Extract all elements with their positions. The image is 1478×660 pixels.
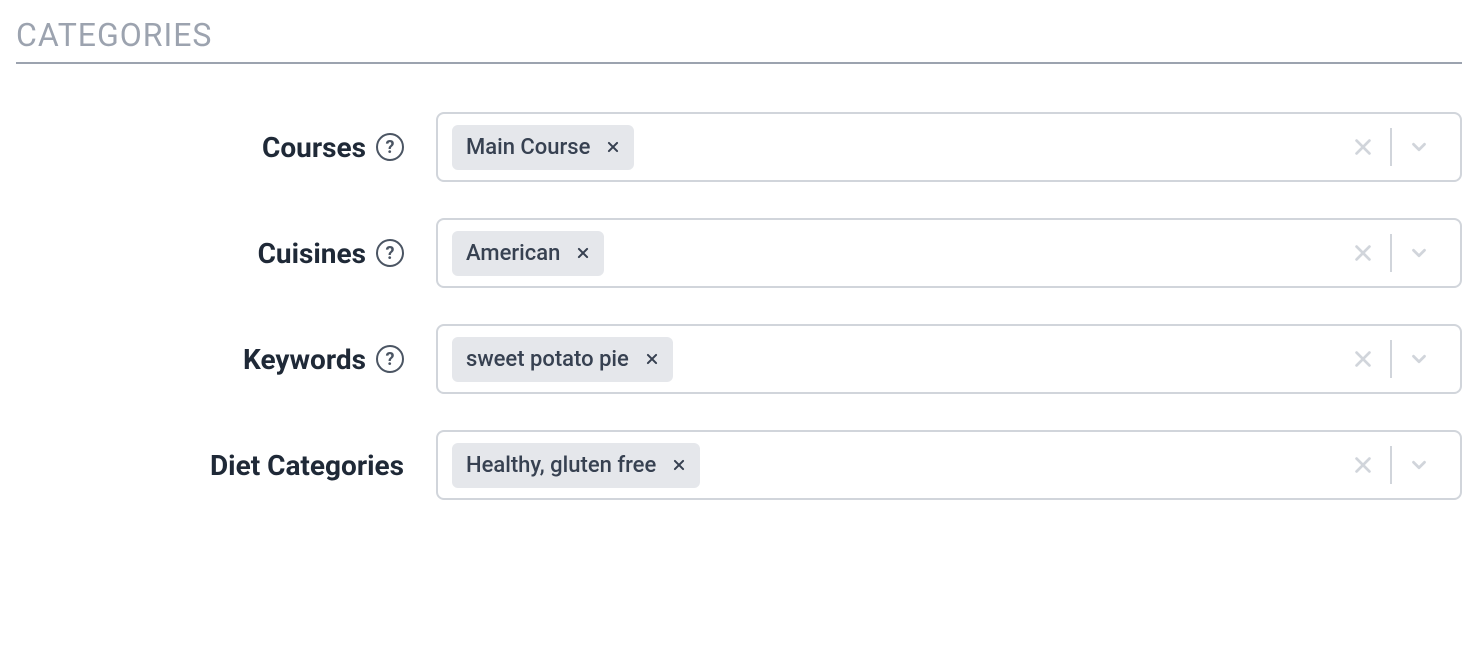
field-label-text: Keywords [243, 343, 366, 376]
tags-area[interactable]: American [452, 231, 1328, 276]
tag-label: sweet potato pie [466, 347, 629, 372]
multiselect-controls [1328, 446, 1446, 484]
chevron-down-icon[interactable] [1392, 128, 1446, 166]
tag-remove-icon[interactable] [645, 352, 659, 366]
field-label-text: Diet Categories [210, 449, 404, 482]
clear-all-icon[interactable] [1336, 234, 1390, 272]
tags-area[interactable]: Healthy, gluten free [452, 443, 1328, 488]
multiselect-diet-categories[interactable]: Healthy, gluten free [436, 430, 1462, 500]
chevron-down-icon[interactable] [1392, 446, 1446, 484]
tag-label: Healthy, gluten free [466, 453, 656, 478]
clear-all-icon[interactable] [1336, 128, 1390, 166]
tags-area[interactable]: Main Course [452, 125, 1328, 170]
field-row-diet-categories: Diet Categories Healthy, gluten free [16, 430, 1462, 500]
tag-remove-icon[interactable] [606, 140, 620, 154]
tag-remove-icon[interactable] [576, 246, 590, 260]
field-row-courses: Courses? Main Course [16, 112, 1462, 182]
multiselect-cuisines[interactable]: American [436, 218, 1462, 288]
help-icon[interactable]: ? [376, 133, 404, 161]
multiselect-keywords[interactable]: sweet potato pie [436, 324, 1462, 394]
section-divider [16, 62, 1462, 64]
clear-all-icon[interactable] [1336, 446, 1390, 484]
field-label-text: Courses [262, 131, 366, 164]
tag: sweet potato pie [452, 337, 673, 382]
field-label-keywords: Keywords? [16, 343, 436, 376]
field-label-diet-categories: Diet Categories [16, 449, 436, 482]
clear-all-icon[interactable] [1336, 340, 1390, 378]
tag: Main Course [452, 125, 634, 170]
tag: Healthy, gluten free [452, 443, 700, 488]
multiselect-controls [1328, 340, 1446, 378]
chevron-down-icon[interactable] [1392, 234, 1446, 272]
tags-area[interactable]: sweet potato pie [452, 337, 1328, 382]
field-row-cuisines: Cuisines? American [16, 218, 1462, 288]
field-label-courses: Courses? [16, 131, 436, 164]
tag: American [452, 231, 604, 276]
chevron-down-icon[interactable] [1392, 340, 1446, 378]
multiselect-controls [1328, 234, 1446, 272]
section-title: CATEGORIES [16, 16, 1462, 54]
tag-label: Main Course [466, 135, 590, 160]
multiselect-controls [1328, 128, 1446, 166]
multiselect-courses[interactable]: Main Course [436, 112, 1462, 182]
help-icon[interactable]: ? [376, 239, 404, 267]
field-row-keywords: Keywords? sweet potato pie [16, 324, 1462, 394]
help-icon[interactable]: ? [376, 345, 404, 373]
field-label-cuisines: Cuisines? [16, 237, 436, 270]
tag-label: American [466, 241, 560, 266]
field-label-text: Cuisines [258, 237, 366, 270]
tag-remove-icon[interactable] [672, 458, 686, 472]
